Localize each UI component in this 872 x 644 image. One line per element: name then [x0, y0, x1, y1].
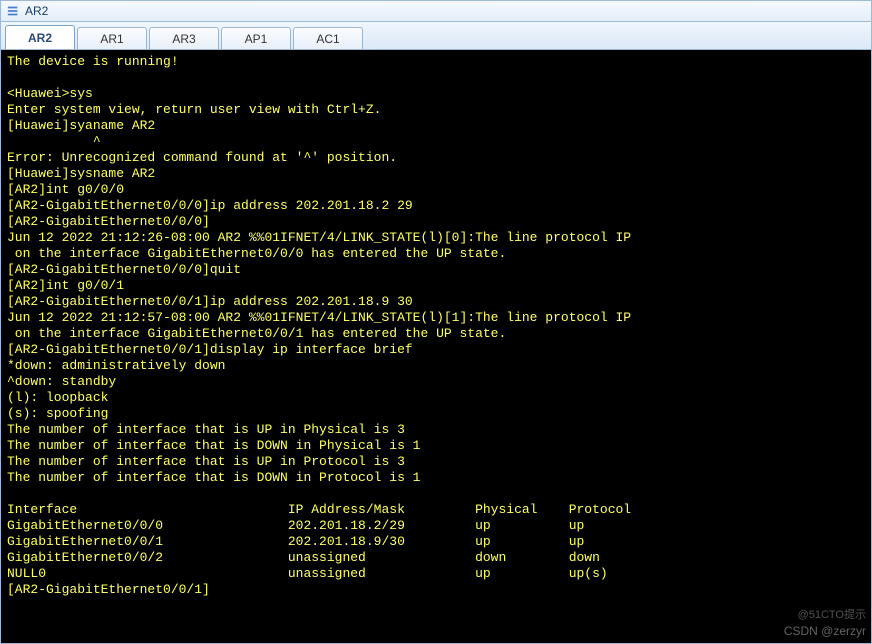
tab-ac1[interactable]: AC1: [293, 27, 363, 49]
tab-strip: AR2 AR1 AR3 AP1 AC1: [0, 22, 872, 50]
tab-ap1[interactable]: AP1: [221, 27, 291, 49]
tab-ar3[interactable]: AR3: [149, 27, 219, 49]
tab-ar2[interactable]: AR2: [5, 25, 75, 49]
window-title: AR2: [25, 4, 48, 18]
terminal-output[interactable]: The device is running! <Huawei>sys Enter…: [0, 50, 872, 644]
window-titlebar[interactable]: AR2: [0, 0, 872, 22]
app-icon: [5, 3, 21, 19]
tab-ar1[interactable]: AR1: [77, 27, 147, 49]
